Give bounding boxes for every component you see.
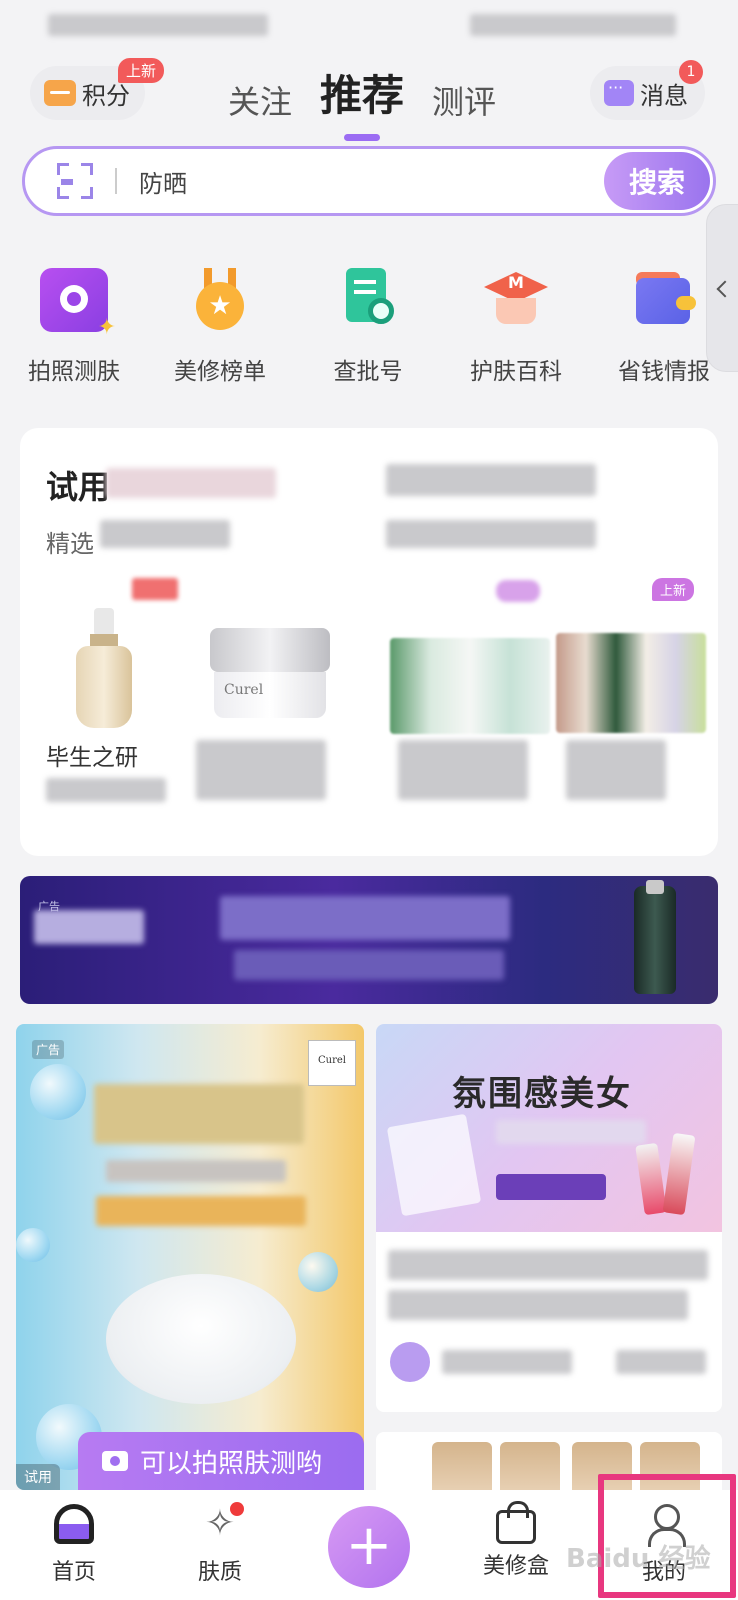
new-tag: 上新: [652, 578, 695, 601]
decor-bubble: [16, 1228, 50, 1262]
trial-card[interactable]: 试用 精选 上新 Curel 毕生之研: [20, 428, 718, 856]
nav-label: 肤质: [197, 1560, 242, 1585]
trial-title-right-blur: [386, 464, 596, 496]
wallet-icon: [630, 268, 698, 332]
feed-left-price-blur: [96, 1196, 306, 1226]
chat-icon: [604, 78, 634, 106]
search-divider: [115, 168, 117, 194]
quick-label: 省钱情报: [618, 359, 710, 385]
ad-banner[interactable]: 广告: [20, 876, 718, 1004]
camera-icon: ✦: [40, 268, 116, 340]
avatar[interactable]: [390, 1342, 430, 1382]
bag-icon: [496, 1501, 536, 1544]
ad-product-bottle: [634, 880, 676, 994]
photo-skin-test-hint[interactable]: 可以拍照肤测哟: [78, 1432, 364, 1490]
tab-follow[interactable]: 关注: [228, 77, 292, 123]
search-button[interactable]: 搜索: [604, 152, 710, 210]
feed-right-title-blur: [388, 1250, 708, 1280]
watermark: Baidu 经验: [566, 1544, 711, 1574]
ad-subline-blur: [234, 950, 504, 980]
trial-title-blur: [106, 468, 276, 498]
product-image-set[interactable]: [556, 633, 706, 733]
nav-label: 美修盒: [482, 1554, 549, 1579]
quick-label: 拍照测肤: [28, 359, 120, 385]
annotation-highlight-box: [598, 1474, 736, 1598]
promo-tag: [132, 578, 178, 600]
nav-home[interactable]: 首页: [24, 1504, 124, 1586]
nav-skin[interactable]: ✧ 肤质: [170, 1502, 270, 1586]
product-tube-image: [635, 1142, 667, 1216]
feed-right-sub-blur: [496, 1120, 646, 1144]
feed-left-sub-blur: [106, 1160, 286, 1182]
feed-right-image: 氛围感美女: [376, 1024, 722, 1232]
feed-right-image-title: 氛围感美女: [452, 1074, 632, 1114]
trial-name-blur: [398, 740, 528, 800]
decor-bubble: [298, 1252, 338, 1292]
nav-beauty-box[interactable]: 美修盒: [466, 1501, 566, 1580]
tab-recommend[interactable]: 推荐: [320, 62, 404, 123]
feed-left-headline-blur: [94, 1084, 304, 1144]
feed-card-left[interactable]: 广告 Curel 试用: [16, 1024, 364, 1490]
points-icon: [44, 80, 76, 106]
add-post-button[interactable]: +: [328, 1506, 410, 1588]
camera-icon: [102, 1451, 128, 1471]
batch-search-icon: [334, 268, 402, 332]
product-image-set[interactable]: [390, 638, 550, 734]
quick-savings[interactable]: 省钱情报: [594, 268, 734, 386]
new-badge: 上新: [118, 58, 165, 83]
trial-name-blur: [196, 740, 326, 800]
feed-card-right[interactable]: 氛围感美女: [376, 1024, 722, 1412]
status-bar: [0, 0, 738, 50]
status-right-blur: [470, 14, 676, 36]
notification-dot: [230, 1502, 244, 1516]
quick-batch-check[interactable]: 查批号: [298, 268, 438, 386]
ad-headline-blur: [220, 896, 510, 940]
ad-logo-blur: [34, 910, 144, 944]
feed-right-title-blur: [388, 1290, 688, 1320]
brand-logo: Curel: [308, 1040, 356, 1086]
scan-icon[interactable]: [57, 163, 93, 199]
trial-subtitle: 精选: [46, 530, 94, 558]
messages-label: 消息: [640, 81, 688, 110]
author-name-blur: [442, 1350, 572, 1374]
ad-tag: 广告: [32, 1040, 65, 1059]
quick-label: 护肤百科: [470, 359, 562, 385]
nav-label: 首页: [51, 1560, 96, 1585]
search-input[interactable]: 防晒: [139, 164, 604, 199]
trial-name-blur: [566, 740, 666, 800]
learn-more-button: [496, 1174, 606, 1200]
mask-pack-image: [386, 1113, 482, 1217]
product-cream-image: [106, 1274, 296, 1404]
top-tabs: 关注 推荐 测评: [228, 62, 496, 123]
decor-bubble: [30, 1064, 86, 1120]
photo-hint-text: 可以拍照肤测哟: [140, 1448, 323, 1479]
search-bar[interactable]: 防晒 搜索: [22, 146, 716, 216]
medal-icon: ★: [186, 268, 254, 332]
trial-product-name: 毕生之研: [46, 745, 138, 771]
trial-subtitle-blur: [100, 520, 230, 548]
product-image-cream[interactable]: Curel: [210, 628, 330, 718]
product-image-serum[interactable]: [76, 608, 132, 728]
quick-label: 查批号: [333, 359, 403, 385]
tab-review[interactable]: 测评: [432, 77, 496, 123]
product-tube-image: [662, 1132, 696, 1216]
quick-ranking[interactable]: ★ 美修榜单: [150, 268, 290, 386]
graduation-cap-icon: M: [482, 268, 550, 332]
quick-skincare-wiki[interactable]: M 护肤百科: [446, 268, 586, 386]
trial-subtitle-right-blur: [386, 520, 596, 548]
promo-tag: [496, 580, 540, 602]
quick-label: 美修榜单: [174, 359, 266, 385]
quick-skin-test[interactable]: ✦ 拍照测肤: [4, 268, 144, 386]
trial-tag: 试用: [16, 1464, 60, 1490]
status-left-blur: [48, 14, 268, 36]
skin-icon: ✧: [200, 1502, 244, 1544]
trial-name-blur: [46, 778, 166, 802]
like-count-blur: [616, 1350, 706, 1374]
messages-count-badge: 1: [679, 60, 703, 84]
quick-functions: ✦ 拍照测肤 ★ 美修榜单 查批号 M 护肤百科 省钱情报: [0, 268, 738, 388]
trial-title: 试用: [46, 468, 111, 506]
home-icon: [54, 1504, 94, 1544]
